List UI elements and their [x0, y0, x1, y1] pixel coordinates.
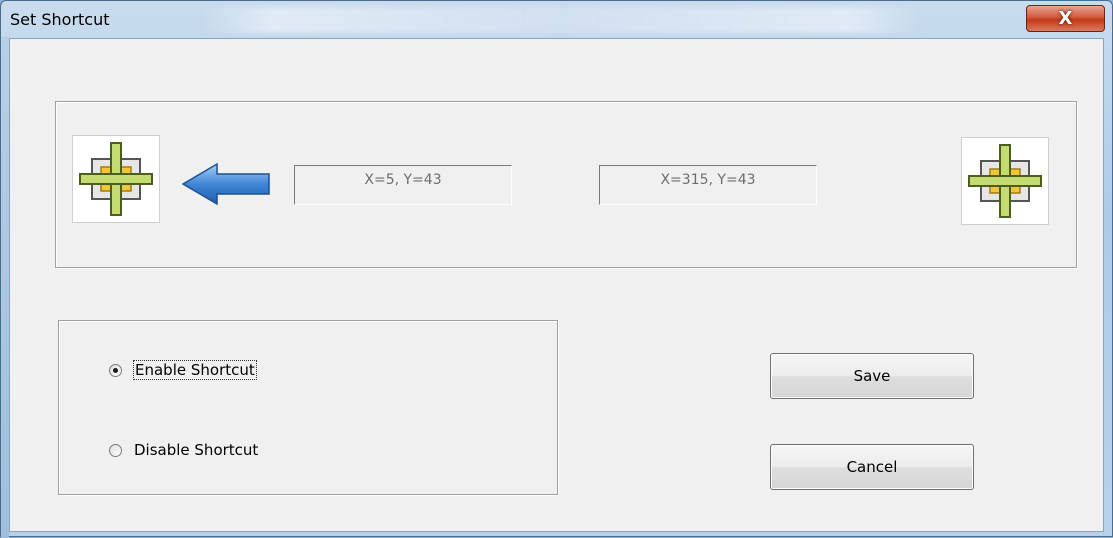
disable-shortcut-option[interactable]: Disable Shortcut	[109, 441, 258, 459]
start-coordinate-value: X=5, Y=43	[364, 172, 442, 188]
dialog-window: Set Shortcut X X=5, Y=43 X=315, Y=43 Ena…	[0, 0, 1113, 538]
window-title: Set Shortcut	[10, 10, 110, 29]
shortcut-options-group: Enable Shortcut Disable Shortcut	[58, 320, 558, 495]
enable-shortcut-radio[interactable]	[109, 363, 122, 377]
dialog-client-area: X=5, Y=43 X=315, Y=43 Enable Shortcut Di…	[9, 38, 1104, 532]
disable-shortcut-radio[interactable]	[109, 443, 122, 457]
close-button[interactable]: X	[1026, 5, 1105, 32]
cancel-button[interactable]: Cancel	[770, 444, 974, 490]
window-frame-left	[1, 37, 9, 538]
arrow-left-icon	[181, 162, 270, 206]
enable-shortcut-label: Enable Shortcut	[133, 360, 257, 380]
save-button[interactable]: Save	[770, 353, 974, 399]
crosshair-target-icon	[968, 144, 1042, 218]
title-bar[interactable]: Set Shortcut X	[1, 1, 1112, 37]
close-icon: X	[1058, 8, 1073, 29]
start-coordinate-field: X=5, Y=43	[294, 165, 512, 205]
cancel-button-label: Cancel	[846, 458, 898, 476]
start-point-picker[interactable]	[72, 135, 160, 223]
end-point-picker[interactable]	[961, 137, 1049, 225]
enable-shortcut-option[interactable]: Enable Shortcut	[109, 360, 257, 380]
end-coordinate-value: X=315, Y=43	[660, 172, 756, 188]
points-group: X=5, Y=43 X=315, Y=43	[55, 101, 1077, 268]
title-bar-background	[201, 7, 921, 33]
save-button-label: Save	[853, 367, 891, 385]
end-coordinate-field: X=315, Y=43	[599, 165, 817, 205]
crosshair-target-icon	[79, 142, 153, 216]
disable-shortcut-label: Disable Shortcut	[134, 441, 259, 459]
